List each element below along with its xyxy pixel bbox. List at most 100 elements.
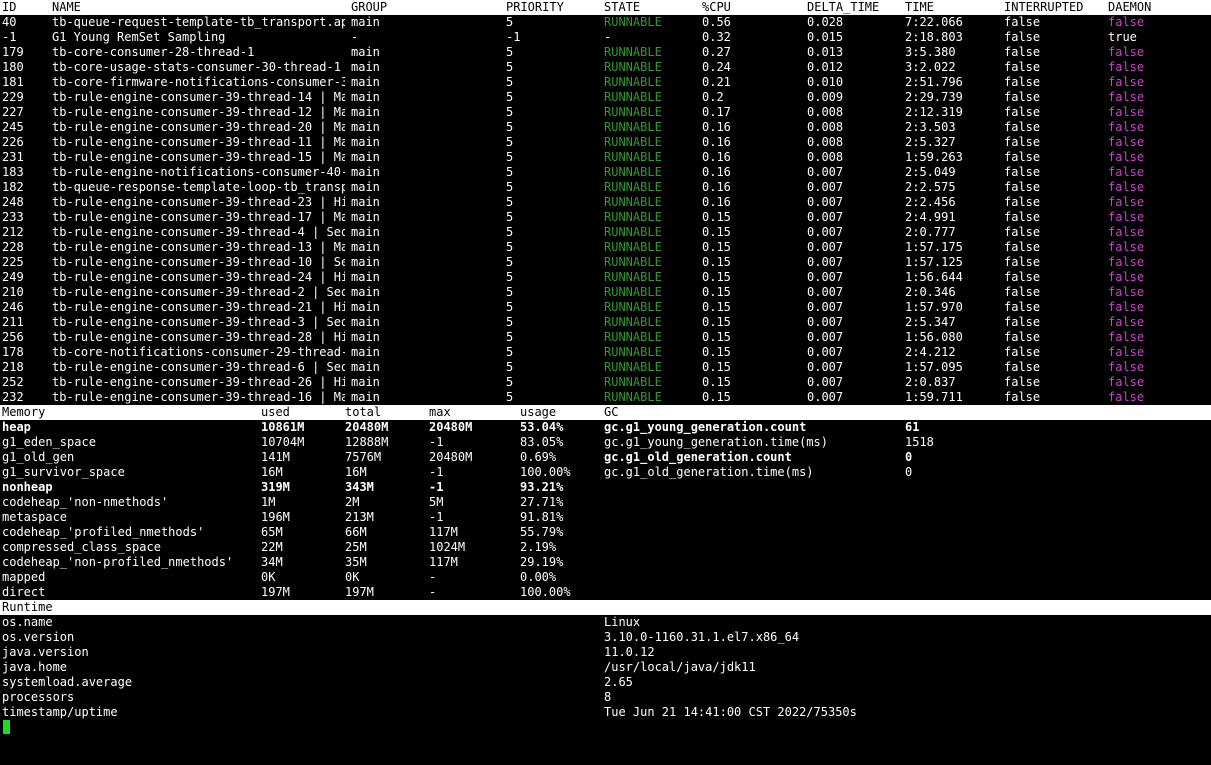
thread-id: 233 bbox=[2, 210, 24, 224]
memory-used: 319M bbox=[261, 480, 290, 494]
thread-delta-time: 0.007 bbox=[807, 255, 844, 269]
thread-interrupted: false bbox=[1004, 225, 1041, 239]
thread-state: RUNNABLE bbox=[604, 60, 662, 74]
memory-usage: 27.71% bbox=[520, 495, 564, 509]
thread-group: main bbox=[351, 255, 380, 269]
thread-row: 178 tb-core-notifications-consumer-29-th… bbox=[0, 345, 1211, 360]
thread-name: tb-rule-engine-consumer-39-thread-2 | Se… bbox=[52, 285, 345, 299]
col-header-name: NAME bbox=[52, 0, 81, 14]
memory-row: metaspace 196M 213M -1 91.81% bbox=[0, 510, 1211, 525]
thread-name: tb-core-consumer-28-thread-1 bbox=[52, 45, 255, 59]
thread-id: 256 bbox=[2, 330, 24, 344]
thread-state: RUNNABLE bbox=[604, 195, 662, 209]
thread-daemon: false bbox=[1108, 45, 1145, 59]
memory-name: codeheap_'non-profiled_nmethods' bbox=[2, 555, 234, 569]
terminal-cursor[interactable] bbox=[3, 720, 10, 734]
thread-group: main bbox=[351, 210, 380, 224]
thread-time: 1:57.175 bbox=[905, 240, 963, 254]
thread-state: RUNNABLE bbox=[604, 210, 662, 224]
thread-group: main bbox=[351, 315, 380, 329]
memory-used: 34M bbox=[261, 555, 283, 569]
thread-name: tb-rule-engine-consumer-39-thread-20 | M… bbox=[52, 120, 345, 134]
thread-time: 2:4.991 bbox=[905, 210, 956, 224]
thread-interrupted: false bbox=[1004, 75, 1041, 89]
memory-name: g1_survivor_space bbox=[2, 465, 125, 479]
thread-cpu: 0.15 bbox=[702, 210, 731, 224]
runtime-row: processors 8 bbox=[0, 690, 1211, 705]
thread-interrupted: false bbox=[1004, 195, 1041, 209]
terminal-window[interactable]: ID NAME GROUP PRIORITY STATE %CPU DELTA_… bbox=[0, 0, 1211, 744]
memory-usage: 83.05% bbox=[520, 435, 564, 449]
memory-max: - bbox=[429, 570, 437, 584]
thread-cpu: 0.16 bbox=[702, 165, 731, 179]
memory-usage: 0.69% bbox=[520, 450, 557, 464]
thread-cpu: 0.15 bbox=[702, 270, 731, 284]
thread-cpu: 0.32 bbox=[702, 30, 731, 44]
thread-priority: 5 bbox=[506, 375, 514, 389]
thread-row: 231 tb-rule-engine-consumer-39-thread-15… bbox=[0, 150, 1211, 165]
memory-usage: 53.04% bbox=[520, 420, 564, 434]
runtime-value: /usr/local/java/jdk11 bbox=[604, 660, 756, 674]
thread-priority: 5 bbox=[506, 195, 514, 209]
memory-used: 196M bbox=[261, 510, 290, 524]
thread-row: 179 tb-core-consumer-28-thread-1 main 5 … bbox=[0, 45, 1211, 60]
thread-cpu: 0.56 bbox=[702, 15, 731, 29]
memory-max: 5M bbox=[429, 495, 444, 509]
thread-group: main bbox=[351, 150, 380, 164]
thread-delta-time: 0.008 bbox=[807, 105, 844, 119]
thread-row: 225 tb-rule-engine-consumer-39-thread-10… bbox=[0, 255, 1211, 270]
thread-priority: 5 bbox=[506, 45, 514, 59]
memory-usage: 93.21% bbox=[520, 480, 564, 494]
thread-row: 227 tb-rule-engine-consumer-39-thread-12… bbox=[0, 105, 1211, 120]
thread-interrupted: false bbox=[1004, 240, 1041, 254]
memory-used: 16M bbox=[261, 465, 283, 479]
col-header-id: ID bbox=[2, 0, 17, 14]
thread-priority: 5 bbox=[506, 15, 514, 29]
thread-group: main bbox=[351, 360, 380, 374]
thread-time: 2:5.347 bbox=[905, 315, 956, 329]
thread-cpu: 0.27 bbox=[702, 45, 731, 59]
memory-name: g1_old_gen bbox=[2, 450, 75, 464]
thread-name: tb-rule-engine-consumer-39-thread-23 | H… bbox=[52, 195, 345, 209]
thread-state: RUNNABLE bbox=[604, 345, 662, 359]
thread-time: 2:12.319 bbox=[905, 105, 963, 119]
thread-cpu: 0.15 bbox=[702, 300, 731, 314]
runtime-value: Linux bbox=[604, 615, 641, 629]
memory-total: 25M bbox=[345, 540, 367, 554]
thread-interrupted: false bbox=[1004, 315, 1041, 329]
thread-interrupted: false bbox=[1004, 135, 1041, 149]
thread-state: RUNNABLE bbox=[604, 90, 662, 104]
thread-id: 229 bbox=[2, 90, 24, 104]
thread-state: RUNNABLE bbox=[604, 45, 662, 59]
memory-name: nonheap bbox=[2, 480, 53, 494]
thread-name: tb-queue-request-template-tb_transport.a… bbox=[52, 15, 345, 29]
thread-time: 2:2.575 bbox=[905, 180, 956, 194]
thread-group: main bbox=[351, 60, 380, 74]
thread-name: tb-rule-engine-consumer-39-thread-15 | M… bbox=[52, 150, 345, 164]
thread-interrupted: false bbox=[1004, 105, 1041, 119]
thread-priority: 5 bbox=[506, 120, 514, 134]
gc-metric-name: gc.g1_old_generation.count bbox=[604, 450, 792, 464]
thread-row: 40 tb-queue-request-template-tb_transpor… bbox=[0, 15, 1211, 30]
thread-interrupted: false bbox=[1004, 120, 1041, 134]
thread-priority: 5 bbox=[506, 135, 514, 149]
thread-cpu: 0.16 bbox=[702, 195, 731, 209]
thread-delta-time: 0.010 bbox=[807, 75, 844, 89]
memory-table-header: Memory used total max usage GC bbox=[0, 405, 1211, 420]
thread-name: tb-core-usage-stats-consumer-30-thread-1 bbox=[52, 60, 341, 74]
thread-row: 226 tb-rule-engine-consumer-39-thread-11… bbox=[0, 135, 1211, 150]
thread-priority: 5 bbox=[506, 75, 514, 89]
runtime-row: os.version 3.10.0-1160.31.1.el7.x86_64 bbox=[0, 630, 1211, 645]
thread-row: 248 tb-rule-engine-consumer-39-thread-23… bbox=[0, 195, 1211, 210]
thread-group: main bbox=[351, 120, 380, 134]
col-header-delta-time: DELTA_TIME bbox=[807, 0, 880, 14]
col-header-usage: usage bbox=[520, 405, 557, 419]
thread-cpu: 0.21 bbox=[702, 75, 731, 89]
thread-state: RUNNABLE bbox=[604, 165, 662, 179]
memory-total: 197M bbox=[345, 585, 374, 599]
thread-delta-time: 0.013 bbox=[807, 45, 844, 59]
thread-delta-time: 0.015 bbox=[807, 30, 844, 44]
thread-priority: 5 bbox=[506, 255, 514, 269]
thread-state: RUNNABLE bbox=[604, 15, 662, 29]
thread-group: main bbox=[351, 270, 380, 284]
